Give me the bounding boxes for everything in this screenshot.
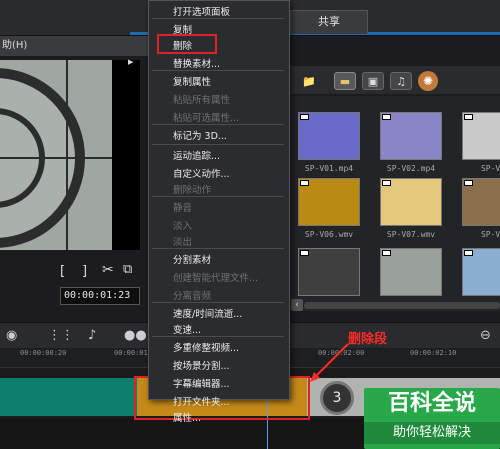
menu-item[interactable]: 复制属性 xyxy=(173,74,211,88)
timecode-display[interactable]: 00:00:01:23 xyxy=(60,287,140,305)
menu-item: 静音 xyxy=(173,203,193,214)
menu-item[interactable]: 属性... xyxy=(173,410,201,424)
menu-separator xyxy=(152,70,284,71)
media-thumbnail[interactable] xyxy=(298,112,360,160)
horizontal-scrollbar[interactable] xyxy=(304,302,500,309)
media-thumbnail-label: SP-V01.mp4 xyxy=(304,164,354,173)
preview-window xyxy=(0,60,140,250)
menu-separator xyxy=(152,18,284,19)
audio-mixer-icon[interactable]: ⋮⋮ xyxy=(48,328,74,343)
video-tag-icon xyxy=(382,250,391,256)
video-tag-icon xyxy=(382,180,391,186)
menu-item: 创建智能代理文件... xyxy=(173,273,259,284)
video-tag-icon xyxy=(300,114,309,120)
scissors-icon[interactable]: ✂ xyxy=(102,262,114,278)
menu-item[interactable]: 运动追踪... xyxy=(173,148,220,162)
watermark-logo: 百科全说 助你轻松解决 xyxy=(364,388,500,449)
watermark-title: 百科全说 xyxy=(387,391,476,416)
auto-music-icon[interactable]: ♪ xyxy=(88,328,96,343)
annotation-arrow xyxy=(310,343,349,382)
media-thumbnail[interactable] xyxy=(380,112,442,160)
menu-item: 淡出 xyxy=(173,237,193,248)
motion-icon[interactable]: ●● xyxy=(124,328,147,343)
watermark-subtitle: 助你轻松解决 xyxy=(364,422,500,444)
menu-separator xyxy=(152,302,284,303)
video-tag-icon xyxy=(464,114,473,120)
delete-item-highlight xyxy=(157,34,217,54)
zoom-out-icon[interactable]: ⊖ xyxy=(480,328,491,343)
crosshair-horizontal xyxy=(0,157,112,159)
menu-item: 粘贴所有属性 xyxy=(173,95,231,106)
mark-in-button[interactable]: [ xyxy=(60,264,65,279)
menu-item[interactable]: 自定义动作... xyxy=(173,166,230,180)
media-thumbnail[interactable] xyxy=(380,178,442,226)
menu-item[interactable]: 替换素材... xyxy=(173,56,220,70)
crosshair-vertical xyxy=(66,60,68,250)
video-tag-icon xyxy=(300,250,309,256)
menu-item[interactable]: 标记为 3D... xyxy=(173,128,227,142)
video-tag-icon xyxy=(464,180,473,186)
timeline-clip[interactable] xyxy=(0,378,140,416)
video-tag-icon xyxy=(382,114,391,120)
menu-item: 分离音频 xyxy=(173,291,212,302)
tick-label: 00:00:02:10 xyxy=(410,349,457,357)
media-thumbnail[interactable] xyxy=(462,112,500,160)
menu-item: 粘贴可选属性... xyxy=(173,113,240,124)
menu-item[interactable]: 打开选项面板 xyxy=(173,4,230,18)
media-thumbnail-label: SP-V02.mp4 xyxy=(386,164,436,173)
media-thumbnail-label: SP-V0 xyxy=(480,230,500,239)
effect-icon[interactable]: ✺ xyxy=(418,71,438,91)
media-thumbnail-label: SP-V0 xyxy=(480,164,500,173)
menu-separator xyxy=(152,144,284,145)
video-tag-icon xyxy=(300,180,309,186)
media-thumbnail[interactable] xyxy=(298,248,360,296)
preview-frame xyxy=(0,60,112,250)
help-menu[interactable]: 助(H) xyxy=(0,36,150,56)
menu-item[interactable]: 按场景分割... xyxy=(173,358,230,372)
media-thumbnail[interactable] xyxy=(298,178,360,226)
video-tag-icon xyxy=(464,250,473,256)
menu-item: 删除动作 xyxy=(173,185,212,196)
menu-separator xyxy=(152,124,284,125)
media-thumbnail-label: SP-V06.wmv xyxy=(304,230,354,239)
menu-item[interactable]: 多重修整视频... xyxy=(173,340,239,354)
media-thumbnail[interactable] xyxy=(380,248,442,296)
menu-separator xyxy=(152,196,284,197)
folder-icon[interactable]: 📁 xyxy=(298,72,320,90)
video-icon[interactable]: ▬ xyxy=(334,72,356,90)
media-thumbnail-label: SP-V07.wmv xyxy=(386,230,436,239)
menu-item[interactable]: 打开文件夹... xyxy=(173,394,230,408)
tab-share[interactable]: 共享 xyxy=(290,10,368,34)
media-thumbnail[interactable] xyxy=(462,178,500,226)
menu-item[interactable]: 变速... xyxy=(173,322,201,336)
media-thumbnail[interactable] xyxy=(462,248,500,296)
submenu-arrow-icon: ▶ xyxy=(128,58,134,66)
mark-out-button[interactable]: ] xyxy=(82,264,87,279)
menu-item[interactable]: 分割素材 xyxy=(173,252,211,266)
image-icon[interactable]: ▣ xyxy=(362,72,384,90)
scroll-left-icon[interactable]: ‹ xyxy=(291,299,303,311)
audio-icon[interactable]: ♫ xyxy=(390,72,412,90)
menu-separator xyxy=(152,336,284,337)
menu-item[interactable]: 速度/时间流逝... xyxy=(173,306,242,320)
tick-label: 00:00:00:20 xyxy=(20,349,67,357)
menu-item: 淡入 xyxy=(173,221,193,232)
menu-item[interactable]: 字幕编辑器... xyxy=(173,376,230,390)
record-icon[interactable]: ◉ xyxy=(6,328,17,343)
menu-separator xyxy=(152,248,284,249)
copy-icon[interactable]: ⧉ xyxy=(123,262,132,277)
